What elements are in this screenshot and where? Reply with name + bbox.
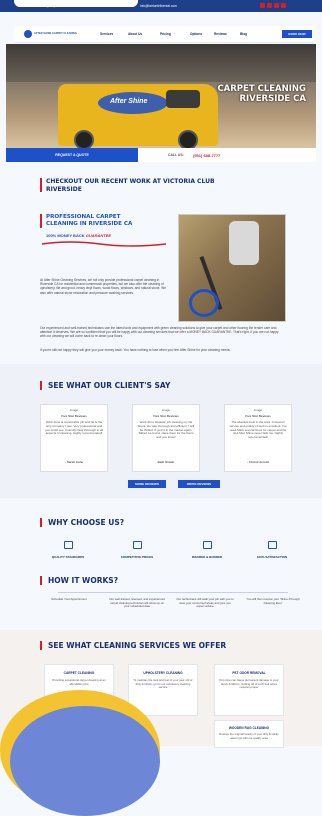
why-title: WHY CHOOSE US? [48, 518, 125, 527]
how-step-2: Our well-trained, licensed, and experien… [109, 597, 165, 609]
red-squiggle-divider [41, 241, 167, 247]
section-marker [40, 641, 42, 650]
review-author: - Sarah Ashe [64, 460, 84, 464]
top-notch [14, 0, 138, 7]
review-text: Work done is impeccable job and he is th… [45, 420, 103, 436]
nav-pricing[interactable]: Pricing [160, 32, 171, 36]
call-prefix: CALL US: [168, 153, 184, 157]
call-bar: CALL US: (951) 688-7777 [138, 148, 316, 162]
review-author: - Christi Arnold [247, 460, 269, 464]
nav-options[interactable]: Options [190, 32, 202, 36]
thumbs-up-icon [268, 541, 277, 549]
money-back: 100% MONEY BACK [46, 233, 85, 238]
facebook-icon[interactable] [260, 3, 265, 8]
nav-about[interactable]: About Us [128, 32, 142, 36]
nav-services[interactable]: Services [100, 32, 113, 36]
section-marker [40, 518, 42, 527]
pro-title: PROFESSIONAL CARPET CLEANING IN RIVERSID… [46, 214, 132, 228]
steps-line [58, 592, 288, 593]
recent-title-line2: RIVERSIDE [46, 185, 82, 193]
pro-paragraph-3: If you're still not happy they will give… [40, 348, 231, 352]
van-logo-text: After Shine [110, 98, 148, 105]
section-marker [40, 178, 42, 192]
review-author: Beth Snider [157, 460, 175, 464]
request-quote-button[interactable]: REQUEST A QUOTE [6, 148, 138, 162]
section-marker [40, 381, 42, 390]
service-card-rug[interactable]: WOODEN RUG CLEANING Restore the original… [214, 720, 284, 748]
service-title: CARPET CLEANING [63, 671, 95, 675]
guarantee: GUARANTEE [85, 233, 112, 238]
review-heading: Five Star Reviews [245, 414, 271, 418]
service-title: PET ODOR REMOVAL [232, 671, 266, 675]
email-text[interactable]: info@fairtonfelivereal.com [140, 4, 177, 8]
youtube-icon[interactable] [274, 3, 279, 8]
section-marker [40, 576, 42, 585]
money-back-text: 100% MONEY BACK GUARANTEE [46, 233, 111, 238]
review-card: image Five Star Reviews Work did a fanta… [132, 404, 200, 472]
review-image: image [161, 408, 171, 412]
more-reviews-button[interactable]: MORE REVIEWS [128, 480, 166, 488]
why-satisfaction: 100% SATISFACTION [256, 555, 288, 559]
write-reviews-button[interactable]: WRITE REVIEWS [178, 480, 220, 488]
how-step-3: Our technicians will walk your job with … [176, 597, 234, 609]
carpet-cleaning-photo [178, 214, 286, 322]
linkedin-icon[interactable] [281, 3, 286, 8]
review-text: Work did a fantastic job cleaning my til… [137, 420, 195, 440]
recent-work-title: CHECKOUT OUR RECENT WORK AT VICTORIA CLU… [46, 178, 215, 193]
service-card-pet-odor[interactable]: PET ODOR REMOVAL Pet urine can cause per… [214, 664, 284, 716]
price-tag-icon [133, 541, 142, 549]
how-step-4: You will then receive your 'Shine-Throug… [246, 597, 300, 605]
hero-banner: After Shine CARPET CLEANING RIVERSIDE CA [6, 44, 316, 148]
pro-paragraph-2: Our experienced and well-trained technic… [40, 326, 279, 339]
service-desc: Pet urine can cause permanent damage to … [219, 678, 279, 690]
review-card: image Five Star Reviews Work done is imp… [40, 404, 108, 472]
service-title: WOODEN RUG CLEANING [228, 726, 270, 730]
review-heading: Five Star Reviews [61, 414, 87, 418]
review-image: image [69, 408, 79, 412]
van-window [166, 90, 200, 108]
hero-title: CARPET CLEANING RIVERSIDE CA [217, 84, 306, 104]
twitter-icon[interactable] [267, 3, 272, 8]
reviews-title: SEE WHAT OUR CLIENT'S SAY [48, 381, 171, 390]
call-number[interactable]: (951) 688-7777 [193, 153, 220, 158]
book-now-button[interactable]: BOOK NOW [282, 30, 312, 38]
why-quality: QUALITY STANDARDS [51, 555, 85, 559]
why-insured: INSURED & BONDED [191, 555, 223, 559]
van-wheel [74, 130, 94, 148]
review-heading: Five Star Reviews [153, 414, 179, 418]
recent-title-line1: CHECKOUT OUR RECENT WORK AT VICTORIA CLU… [46, 178, 215, 185]
pro-paragraph-1: At After Shine Cleaning Services, we not… [40, 278, 166, 295]
logo-text[interactable]: AFTER SHINE CARPET CLEANING [34, 32, 77, 35]
decorative-blue-shape [10, 706, 160, 816]
how-step-1: Schedule Your Appointment [51, 597, 87, 601]
review-image: image [253, 408, 263, 412]
service-title: UPHOLSTERY CLEANING [143, 671, 183, 675]
review-text: The absolute best in the area. Customer … [229, 420, 287, 440]
hero-title-line2: RIVERSIDE CA [239, 94, 306, 104]
main-nav: AFTER SHINE CARPET CLEANING Services Abo… [14, 26, 314, 43]
why-prices: COMPETITIVE PRICES [120, 555, 154, 559]
shield-icon [203, 541, 212, 549]
nav-reviews[interactable]: Reviews [214, 32, 227, 36]
how-title: HOW IT WORKS? [48, 576, 119, 585]
services-title: SEE WHAT CLEANING SERVICES WE OFFER [48, 641, 227, 650]
review-card: image Five Star Reviews The absolute bes… [224, 404, 292, 472]
service-desc: To maintain the look and feel of your ne… [133, 678, 193, 690]
service-desc: Providing exceptional carpet cleaning at… [52, 678, 106, 686]
quality-icon [64, 541, 73, 549]
pro-title-line2: CLEANING IN RIVERSIDE CA [46, 221, 133, 227]
nav-blog[interactable]: Blog [240, 32, 247, 36]
hero-building [6, 44, 316, 82]
hero-title-line1: CARPET CLEANING [217, 84, 306, 94]
van-wheel [178, 130, 198, 148]
logo-icon[interactable] [24, 30, 32, 38]
section-marker [40, 214, 42, 228]
service-desc: Restore the original beauty of your dirt… [219, 732, 279, 740]
pro-title-line1: PROFESSIONAL CARPET [46, 214, 121, 220]
